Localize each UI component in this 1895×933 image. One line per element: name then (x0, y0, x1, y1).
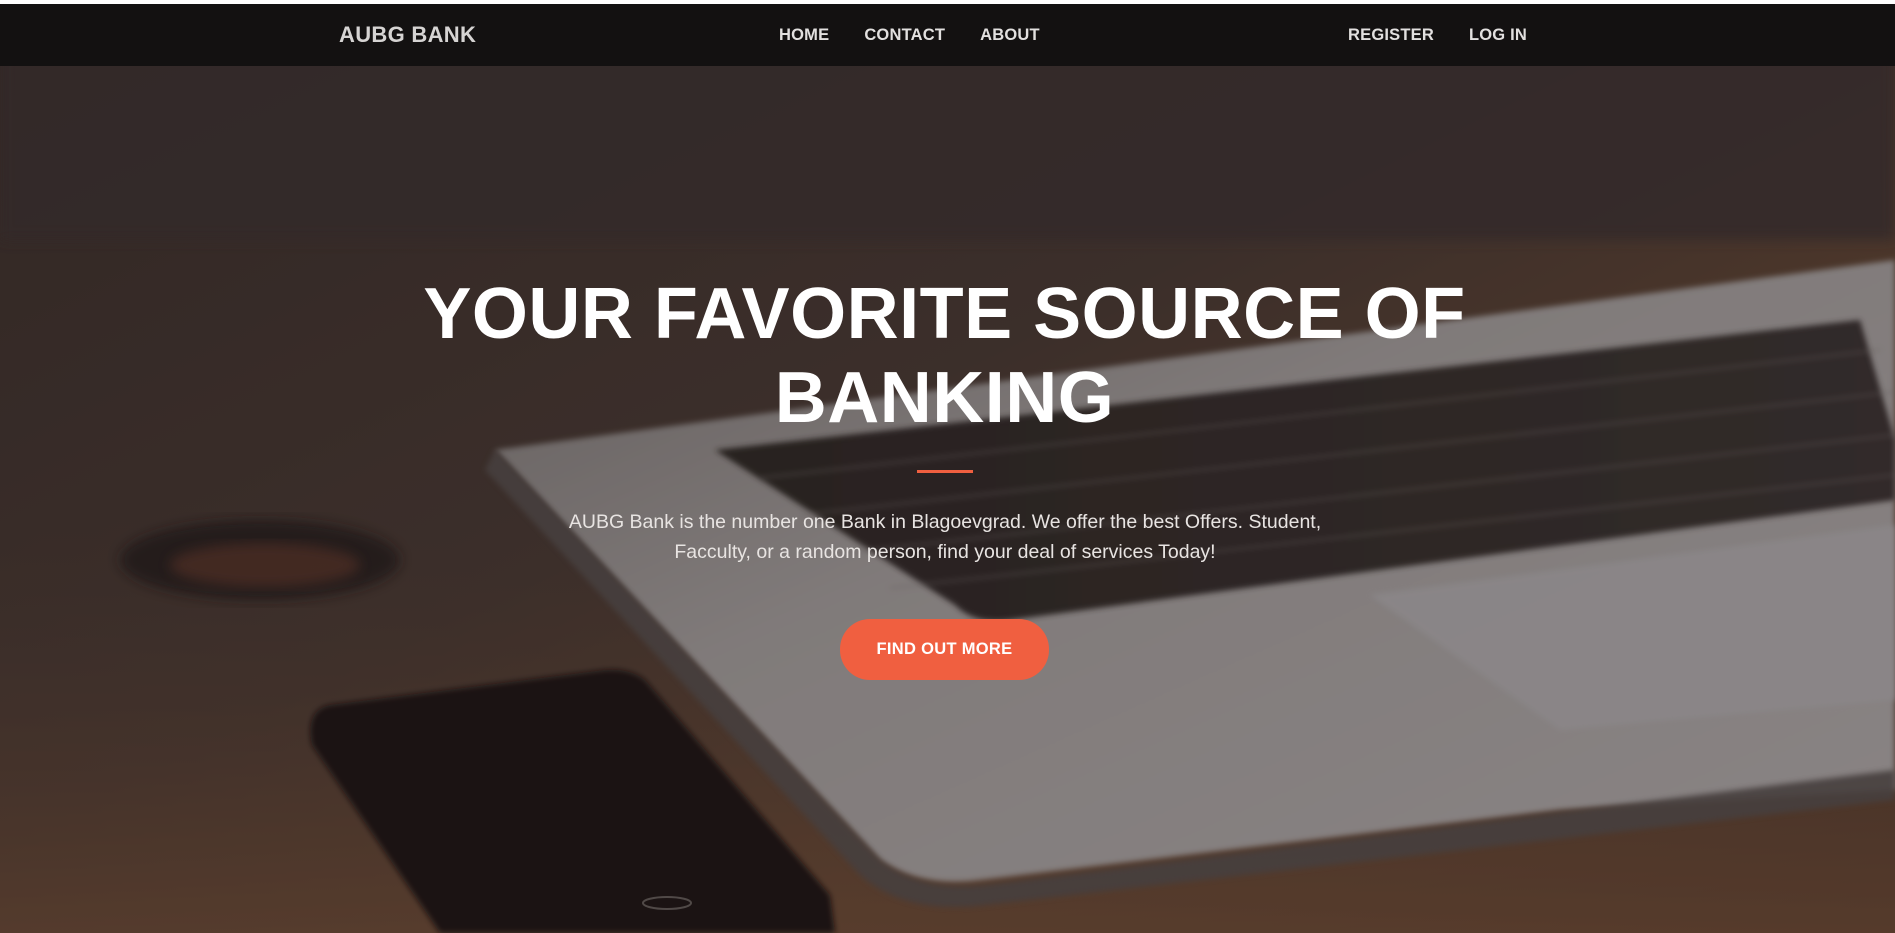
find-out-more-button[interactable]: FIND OUT MORE (840, 619, 1049, 680)
brand-logo[interactable]: AUBG BANK (339, 4, 476, 66)
nav-home-link[interactable]: HOME (779, 26, 829, 45)
hero-description: AUBG Bank is the number one Bank in Blag… (568, 511, 1322, 563)
heading-divider (917, 470, 973, 473)
main-nav: HOME CONTACT ABOUT (779, 4, 1075, 66)
nav-register-link[interactable]: REGISTER (1348, 26, 1434, 45)
nav-login-link[interactable]: LOG IN (1469, 26, 1527, 45)
navbar: AUBG BANK HOME CONTACT ABOUT REGISTER LO… (0, 4, 1895, 66)
hero-heading: YOUR FAVORITE SOURCE OF BANKING (423, 274, 1466, 438)
page: AUBG BANK HOME CONTACT ABOUT REGISTER LO… (0, 0, 1895, 933)
nav-contact-link[interactable]: CONTACT (864, 26, 945, 45)
top-strip (0, 0, 1895, 4)
nav-about-link[interactable]: ABOUT (980, 26, 1040, 45)
hero-content: YOUR FAVORITE SOURCE OF BANKING AUBG Ban… (0, 0, 1895, 933)
auth-nav: REGISTER LOG IN (1348, 4, 1562, 66)
